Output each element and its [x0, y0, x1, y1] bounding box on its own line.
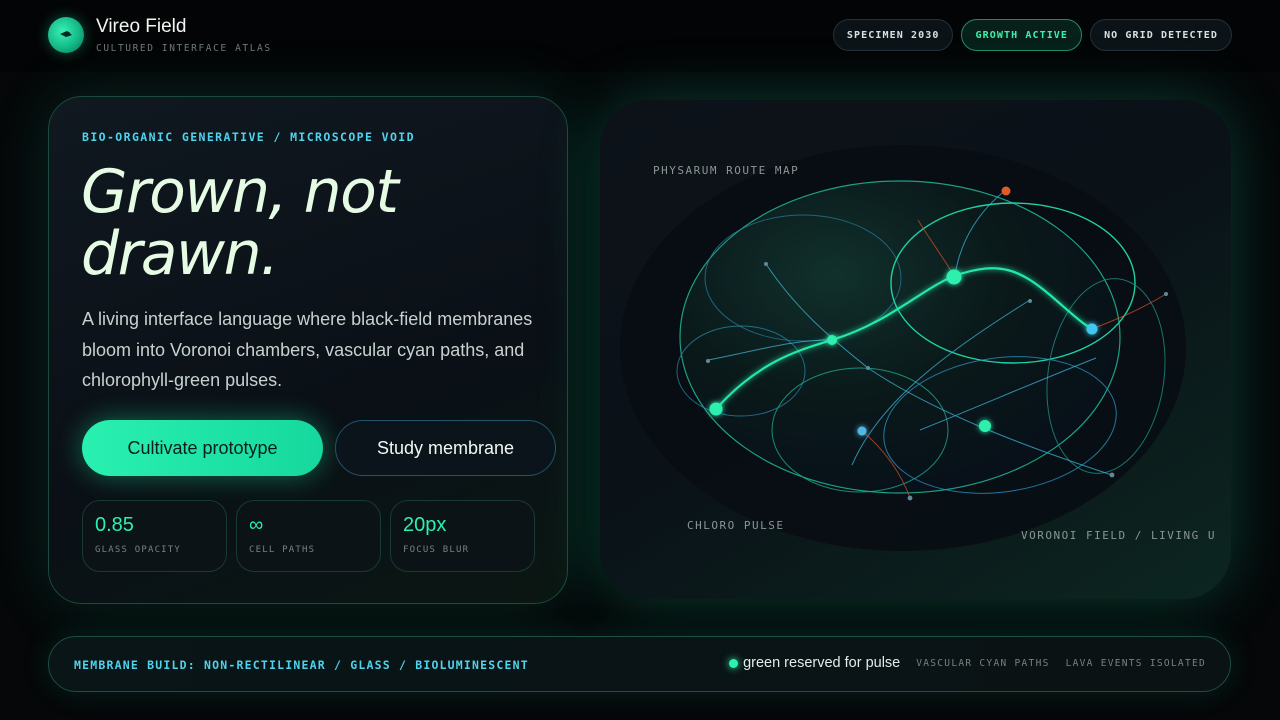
- top-bar: Vireo Field CULTURED INTERFACE ATLAS SPE…: [0, 0, 1280, 72]
- stat-cell-paths: ∞ CELL PATHS: [236, 500, 381, 572]
- cultivate-prototype-button[interactable]: Cultivate prototype: [82, 420, 323, 476]
- stat-value: 20px: [403, 514, 447, 536]
- membrane-cell-icon: [48, 17, 84, 53]
- status-pill-growth[interactable]: GROWTH ACTIVE: [961, 19, 1083, 51]
- stat-value: 0.85: [95, 514, 134, 536]
- chloro-pulse-label: CHLORO PULSE: [687, 519, 785, 532]
- membrane-build-bar: MEMBRANE BUILD: NON-RECTILINEAR / GLASS …: [48, 636, 1231, 692]
- lava-events-tag: LAVA EVENTS ISOLATED: [1065, 657, 1206, 669]
- stat-glass-opacity: 0.85 GLASS OPACITY: [82, 500, 227, 572]
- physarum-field-panel: PHYSARUM ROUTE MAP CHLORO PULSE VORONOI …: [600, 100, 1231, 599]
- vascular-cyan-tag: VASCULAR CYAN PATHS: [916, 657, 1050, 669]
- stats-row: 0.85 GLASS OPACITY ∞ CELL PATHS 20px FOC…: [82, 500, 535, 572]
- hero-headline: Grown, not drawn.: [81, 161, 551, 285]
- hero-eyebrow: BIO-ORGANIC GENERATIVE / MICROSCOPE VOID: [82, 130, 415, 144]
- brand[interactable]: Vireo Field CULTURED INTERFACE ATLAS: [48, 16, 272, 54]
- brand-subtitle: CULTURED INTERFACE ATLAS: [96, 43, 272, 54]
- headline-line-1: Grown, not: [81, 157, 399, 227]
- voronoi-field-label: VORONOI FIELD / LIVING UI: [1021, 529, 1216, 542]
- stat-label: CELL PATHS: [249, 545, 316, 555]
- membrane-build-label: MEMBRANE BUILD: NON-RECTILINEAR / GLASS …: [74, 658, 529, 672]
- status-pill-grid[interactable]: NO GRID DETECTED: [1090, 19, 1232, 51]
- hero-description: A living interface language where black-…: [82, 309, 533, 390]
- stat-value: ∞: [249, 514, 264, 536]
- status-pills: SPECIMEN 2030 GROWTH ACTIVE NO GRID DETE…: [832, 19, 1232, 51]
- physarum-route-map-label: PHYSARUM ROUTE MAP: [653, 164, 800, 177]
- footer-legend: green reserved for pulse VASCULAR CYAN P…: [729, 655, 1206, 671]
- brand-name: Vireo Field: [96, 16, 187, 37]
- stat-label: GLASS OPACITY: [95, 545, 182, 555]
- pulse-dot-icon: [729, 658, 739, 668]
- status-pill-specimen[interactable]: SPECIMEN 2030: [832, 19, 954, 51]
- pulse-note: green reserved for pulse: [743, 655, 901, 671]
- stat-label: FOCUS BLUR: [403, 545, 470, 555]
- hero-card: BIO-ORGANIC GENERATIVE / MICROSCOPE VOID…: [48, 96, 568, 604]
- stat-focus-blur: 20px FOCUS BLUR: [390, 500, 535, 572]
- headline-line-2: drawn.: [81, 219, 279, 289]
- study-membrane-button[interactable]: Study membrane: [335, 420, 556, 476]
